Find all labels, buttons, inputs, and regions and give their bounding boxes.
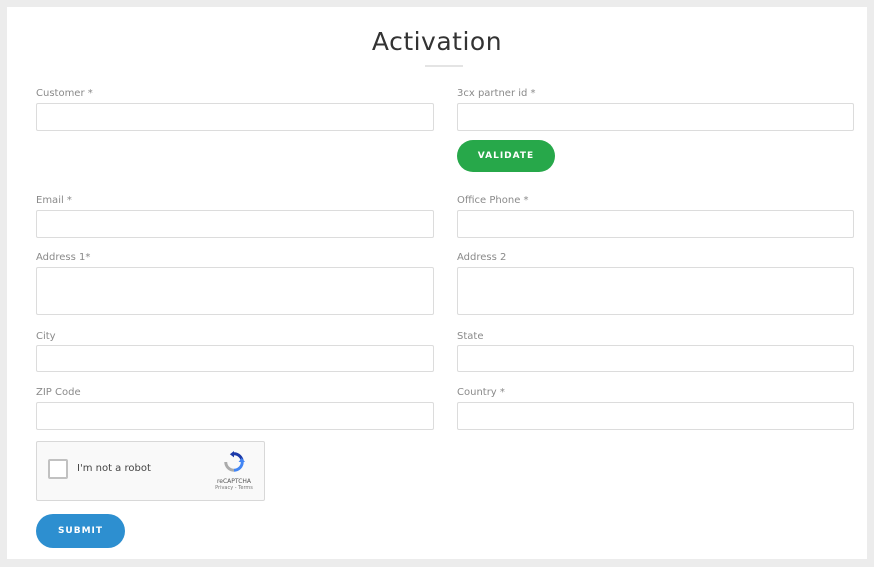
address1-textarea[interactable] xyxy=(36,267,434,315)
address2-label: Address 2 xyxy=(457,252,507,263)
country-input[interactable] xyxy=(457,402,854,430)
validate-button[interactable]: VALIDATE xyxy=(457,140,555,172)
country-label: Country * xyxy=(457,387,505,398)
recaptcha-checkbox[interactable] xyxy=(48,459,68,479)
state-label: State xyxy=(457,331,484,342)
recaptcha-logo-icon xyxy=(223,451,245,477)
submit-button[interactable]: SUBMIT xyxy=(36,514,125,548)
office-phone-input[interactable] xyxy=(457,210,854,238)
customer-input[interactable] xyxy=(36,103,434,131)
city-label: City xyxy=(36,331,56,342)
email-label: Email * xyxy=(36,195,72,206)
state-input[interactable] xyxy=(457,345,854,372)
title-underline xyxy=(425,65,463,67)
partner-id-label: 3cx partner id * xyxy=(457,88,536,99)
email-input[interactable] xyxy=(36,210,434,238)
customer-label: Customer * xyxy=(36,88,93,99)
recaptcha-links[interactable]: Privacy - Terms xyxy=(212,485,256,491)
address1-label: Address 1* xyxy=(36,252,91,263)
office-phone-label: Office Phone * xyxy=(457,195,529,206)
recaptcha-logo: reCAPTCHA Privacy - Terms xyxy=(212,451,256,491)
city-input[interactable] xyxy=(36,345,434,372)
zip-input[interactable] xyxy=(36,402,434,430)
partner-id-input[interactable] xyxy=(457,103,854,131)
recaptcha-label: I'm not a robot xyxy=(77,463,151,474)
address2-textarea[interactable] xyxy=(457,267,854,315)
activation-form-panel: Activation Customer * 3cx partner id * V… xyxy=(7,7,867,559)
zip-label: ZIP Code xyxy=(36,387,81,398)
recaptcha-widget: I'm not a robot reCAPTCHA Privacy - Term… xyxy=(36,441,265,501)
page-title: Activation xyxy=(371,27,503,56)
recaptcha-brand: reCAPTCHA xyxy=(216,478,252,485)
